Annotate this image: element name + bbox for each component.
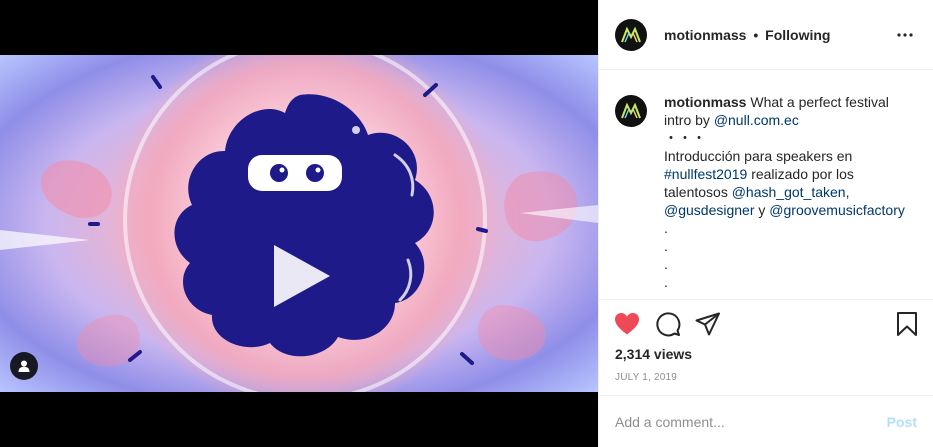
user-tag-icon [18,360,30,372]
caption-dot: . [664,220,668,236]
avatar[interactable] [615,18,647,51]
bookmark-icon [897,312,917,336]
mention-link[interactable]: @groovemusicfactory [769,202,905,218]
caption-dot: . [664,256,668,272]
share-button[interactable] [694,310,722,338]
caption: motionmass What a perfect festival intro… [615,93,917,291]
post-media [0,0,598,447]
comment-icon [656,312,681,337]
video-frame [0,55,598,392]
hashtag-link[interactable]: #nullfest2019 [664,166,747,182]
caption-comma: , [845,184,850,200]
play-button[interactable] [266,241,336,311]
following-button[interactable]: Following [765,27,830,43]
caption-conj: y [758,202,766,218]
view-count[interactable]: 2,314 views [615,346,692,362]
comment-button[interactable] [654,310,682,338]
caption-line: talentosos [664,184,728,200]
post-sidebar: motionmass • Following motionmass What a… [598,0,933,447]
share-icon [695,312,720,336]
header-user: motionmass • Following [664,27,830,43]
caption-ellipsis: ・・・ [664,130,706,146]
action-bar [599,299,933,347]
video-player[interactable] [0,55,598,392]
mention-link[interactable]: @null.com.ec [714,112,799,128]
caption-line: Introducción para speakers en [664,148,853,164]
header-username[interactable]: motionmass [664,27,746,43]
mention-link[interactable]: @gusdesigner [664,202,755,218]
save-button[interactable] [893,310,921,338]
comments-section: motionmass What a perfect festival intro… [599,71,933,299]
caption-text: motionmass What a perfect festival intro… [664,93,914,291]
caption-dot: . [664,238,668,254]
caption-dot: . [664,274,668,290]
logo-icon [621,103,641,119]
add-comment-bar: Post [599,395,933,447]
more-options-button[interactable] [893,23,917,47]
post-date[interactable]: JULY 1, 2019 [615,372,677,383]
heart-icon [615,313,639,335]
logo-icon [621,26,641,42]
more-options-icon [897,32,913,37]
header-separator: • [753,26,759,43]
post-header: motionmass • Following [599,0,933,70]
mention-link[interactable]: @hash_got_taken [732,184,846,200]
caption-line: realizado por los [751,166,854,182]
caption-avatar[interactable] [615,95,647,127]
like-button[interactable] [613,310,641,338]
post-button[interactable]: Post [887,414,917,430]
tagged-users-button[interactable] [10,352,38,380]
caption-username[interactable]: motionmass [664,94,746,110]
comment-input[interactable] [615,413,887,430]
play-icon [274,245,330,307]
